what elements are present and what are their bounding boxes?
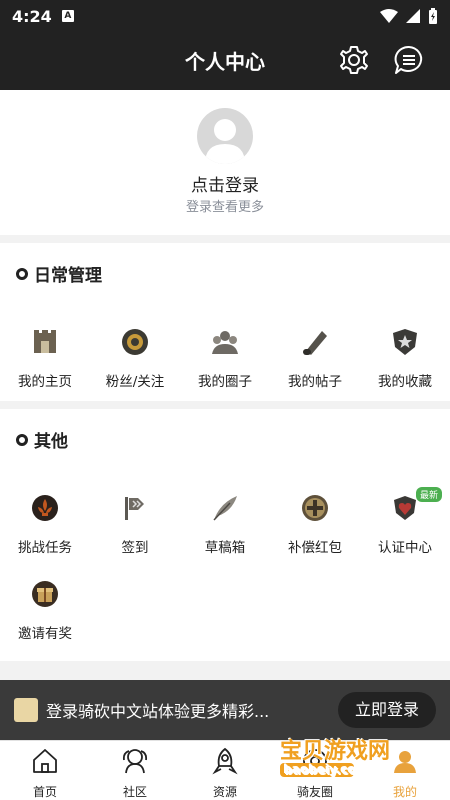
group-icon xyxy=(212,331,238,354)
settings-button[interactable] xyxy=(336,42,372,78)
login-banner[interactable]: 登录骑砍中文站体验更多精彩... 立即登录 xyxy=(0,680,450,740)
messages-button[interactable] xyxy=(391,42,427,78)
signal-icon xyxy=(406,9,420,23)
watermark-text: 宝贝游戏网 xyxy=(280,739,391,764)
grid-item-my-homepage[interactable]: 我的主页 xyxy=(0,327,90,390)
star-shield-icon xyxy=(393,329,417,355)
flag-icon xyxy=(125,497,144,520)
login-now-button[interactable]: 立即登录 xyxy=(338,692,436,728)
status-bar: 4:24 A xyxy=(0,0,450,32)
grid-item-invite-rewards[interactable]: 邀请有奖 xyxy=(0,579,90,642)
daily-management-section: 日常管理 我的主页 粉丝/关注 我的圈子 我的帖子 我的收藏 xyxy=(0,243,450,401)
watermark-domain: baobeiy.com xyxy=(280,763,369,777)
banner-text: 登录骑砍中文站体验更多精彩... xyxy=(46,702,270,721)
site-logo-icon xyxy=(14,698,38,722)
wifi-icon xyxy=(380,9,398,23)
tab-community[interactable]: 社区 xyxy=(90,741,180,800)
header-bar: 个人中心 xyxy=(0,32,450,90)
grid-item-certification-center[interactable]: 最新 认证中心 xyxy=(360,487,450,556)
grid-item-my-circles[interactable]: 我的圈子 xyxy=(180,327,270,390)
ring-icon xyxy=(16,267,28,280)
medal-icon xyxy=(122,329,148,355)
avatar[interactable] xyxy=(197,108,253,164)
plus-coin-icon xyxy=(302,495,328,521)
tab-home[interactable]: 首页 xyxy=(0,741,90,800)
chat-bubble-icon xyxy=(394,45,423,74)
battery-icon xyxy=(429,8,437,24)
new-badge: 最新 xyxy=(416,487,443,502)
page-title: 个人中心 xyxy=(185,50,265,74)
status-time: 4:24 xyxy=(12,6,52,26)
ring-icon xyxy=(16,433,28,446)
grid-item-my-favorites[interactable]: 我的收藏 xyxy=(360,327,450,390)
castle-icon xyxy=(34,330,56,353)
grid-item-drafts[interactable]: 草稿箱 xyxy=(180,493,270,556)
watermark: 宝贝游戏网 baobeiy.com xyxy=(280,733,390,777)
fleur-icon xyxy=(32,495,58,521)
profile-icon xyxy=(394,751,416,773)
community-icon xyxy=(122,749,148,774)
grid-item-compensation-redpacket[interactable]: 补偿红包 xyxy=(270,493,360,556)
profile-card[interactable]: 点击登录 登录查看更多 xyxy=(0,90,450,235)
login-subtext: 登录查看更多 xyxy=(185,200,264,215)
section-title-daily: 日常管理 xyxy=(16,261,102,286)
grid-item-fans-follow[interactable]: 粉丝/关注 xyxy=(90,327,180,390)
app-notification-icon: A xyxy=(61,10,74,22)
login-link[interactable]: 点击登录 xyxy=(0,171,450,196)
section-title-other: 其他 xyxy=(16,427,68,452)
rocket-icon xyxy=(212,747,238,775)
grid-item-my-posts[interactable]: 我的帖子 xyxy=(270,327,360,390)
other-section: 其他 挑战任务 签到 草稿箱 补偿红包 最新 认证中心 邀请有奖 xyxy=(0,409,450,661)
quill-icon xyxy=(213,496,237,521)
scroll-icon xyxy=(303,331,327,355)
tab-resources[interactable]: 资源 xyxy=(180,741,270,800)
gear-icon xyxy=(340,46,368,74)
grid-item-challenge-tasks[interactable]: 挑战任务 xyxy=(0,493,90,556)
gift-icon xyxy=(32,581,58,607)
grid-item-check-in[interactable]: 签到 xyxy=(90,493,180,556)
default-avatar-icon xyxy=(205,119,245,164)
home-icon xyxy=(33,749,57,773)
